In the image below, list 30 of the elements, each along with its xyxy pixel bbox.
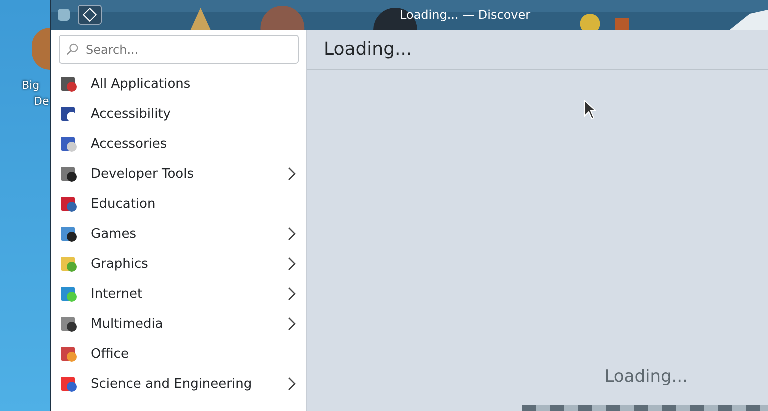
page-heading: Loading... — [324, 39, 412, 60]
category-item[interactable]: Games — [56, 219, 306, 249]
keep-above-button[interactable] — [78, 5, 102, 25]
category-item[interactable]: Accessories — [56, 129, 306, 159]
search-field[interactable]: Search... — [59, 35, 299, 64]
category-item[interactable]: Office — [56, 339, 306, 369]
category-item[interactable]: All Applications — [56, 69, 306, 99]
category-icon — [59, 284, 79, 304]
category-icon — [59, 314, 79, 334]
category-icon — [59, 134, 79, 154]
category-item[interactable]: Graphics — [56, 249, 306, 279]
window-title: Loading... — Discover — [400, 8, 531, 22]
mouse-pointer-icon — [584, 100, 596, 120]
desktop-icon-label: De — [34, 94, 50, 110]
category-item[interactable]: Developer Tools — [56, 159, 306, 189]
category-icon — [59, 374, 79, 394]
category-icon — [59, 344, 79, 364]
category-item[interactable]: Multimedia — [56, 309, 306, 339]
category-icon — [59, 164, 79, 184]
category-icon — [59, 74, 79, 94]
loading-label: Loading... — [604, 367, 688, 387]
category-icon — [59, 224, 79, 244]
category-item[interactable]: Education — [56, 189, 306, 219]
category-item[interactable]: Science and Engineering — [56, 369, 306, 399]
category-item[interactable]: Internet — [56, 279, 306, 309]
desktop-icon-label: Big — [22, 78, 40, 94]
category-icon — [59, 194, 79, 214]
category-item[interactable]: Accessibility — [56, 99, 306, 129]
app-icon[interactable] — [58, 9, 70, 21]
category-icon — [59, 254, 79, 274]
